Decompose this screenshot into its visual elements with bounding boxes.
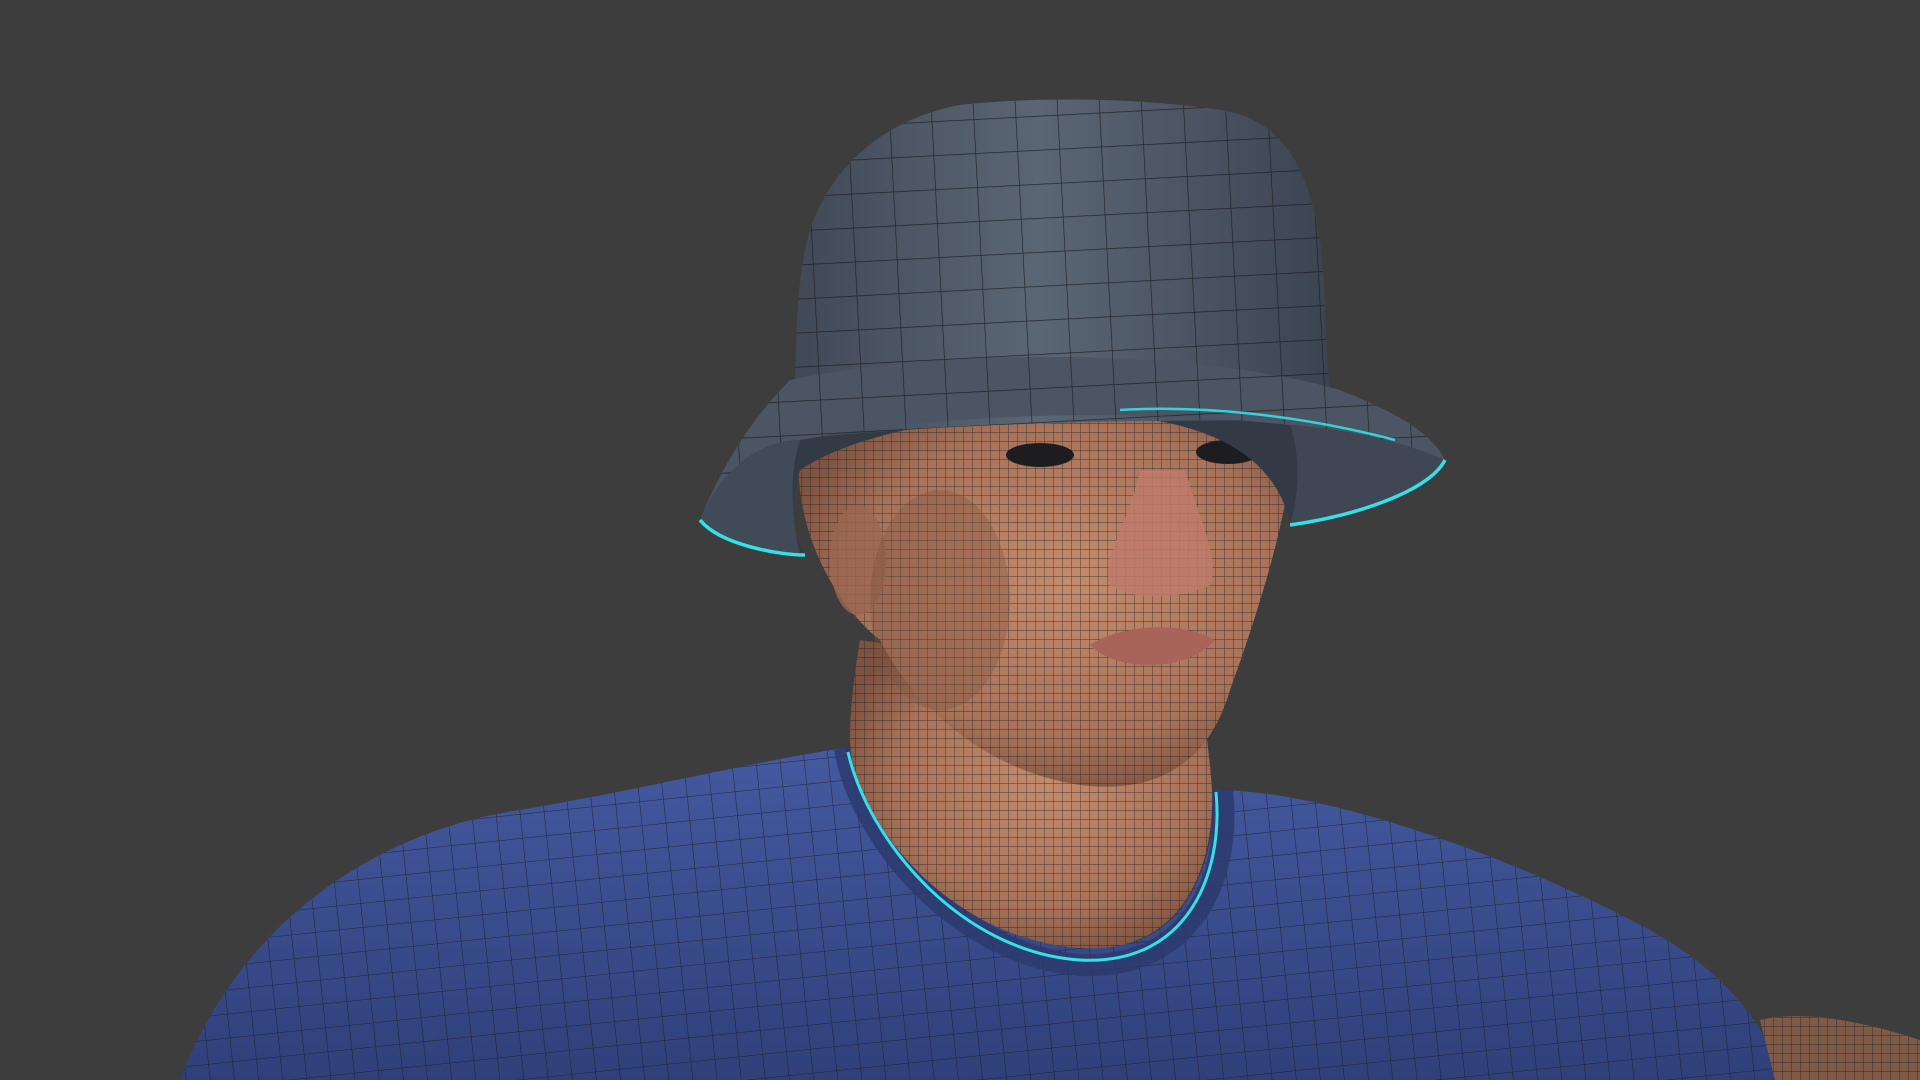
3d-viewport[interactable] <box>0 0 1920 1080</box>
arm-mesh[interactable] <box>1760 1016 1920 1080</box>
left-eye <box>1006 443 1074 467</box>
